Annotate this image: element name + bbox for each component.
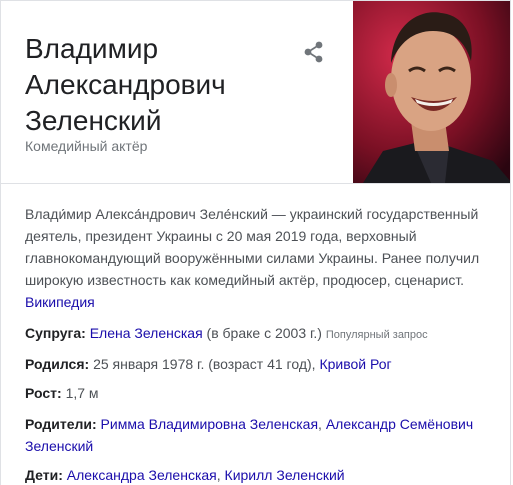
knowledge-panel: Владимир Александрович Зеленский Комедий… [0, 0, 511, 485]
born-date: 25 января 1978 г. (возраст 41 год), [93, 356, 316, 372]
fact-label: Дети: [25, 467, 63, 483]
fact-spouse: Супруга: Елена Зеленская (в браке с 2003… [25, 322, 495, 346]
fact-label: Рост: [25, 385, 62, 401]
height-value: 1,7 м [65, 385, 99, 401]
panel-header: Владимир Александрович Зеленский Комедий… [1, 1, 353, 183]
fact-height: Рост: 1,7 м [25, 382, 495, 404]
mother-link[interactable]: Римма Владимировна Зеленская [101, 416, 319, 432]
title-line-3: Зеленский [25, 105, 162, 136]
fact-born: Родился: 25 января 1978 г. (возраст 41 г… [25, 353, 495, 375]
fact-children: Дети: Александра Зеленская, Кирилл Зелен… [25, 464, 495, 485]
entity-subtitle: Комедийный актёр [25, 138, 148, 154]
born-place-link[interactable]: Кривой Рог [319, 356, 391, 372]
fact-label: Родился: [25, 356, 90, 372]
title-line-2: Александрович [25, 69, 226, 100]
spouse-link[interactable]: Елена Зеленская [90, 325, 203, 341]
share-icon [304, 41, 323, 63]
fact-label: Родители: [25, 416, 97, 432]
fact-label: Супруга: [25, 325, 86, 341]
popular-query-label: Популярный запрос [325, 329, 428, 341]
fact-parents: Родители: Римма Владимировна Зеленская, … [25, 413, 495, 457]
description-text: Влади́мир Алекса́ндрович Зеле́нский — ук… [25, 206, 480, 288]
child-link-2[interactable]: Кирилл Зеленский [225, 467, 345, 483]
title-line-1: Владимир [25, 33, 159, 64]
entity-description: Влади́мир Алекса́ндрович Зеле́нский — ук… [25, 203, 495, 313]
parents-separator: , [318, 416, 322, 432]
spouse-note: (в браке с 2003 г.) [206, 325, 322, 341]
wikipedia-link[interactable]: Википедия [25, 294, 95, 310]
portrait-image [353, 1, 510, 183]
children-separator: , [216, 467, 221, 483]
header-divider [1, 183, 510, 184]
child-link-1[interactable]: Александра Зеленская [67, 467, 217, 483]
share-button[interactable] [301, 39, 327, 65]
entity-title: Владимир Александрович Зеленский [25, 31, 285, 139]
entity-photo[interactable] [353, 1, 510, 183]
